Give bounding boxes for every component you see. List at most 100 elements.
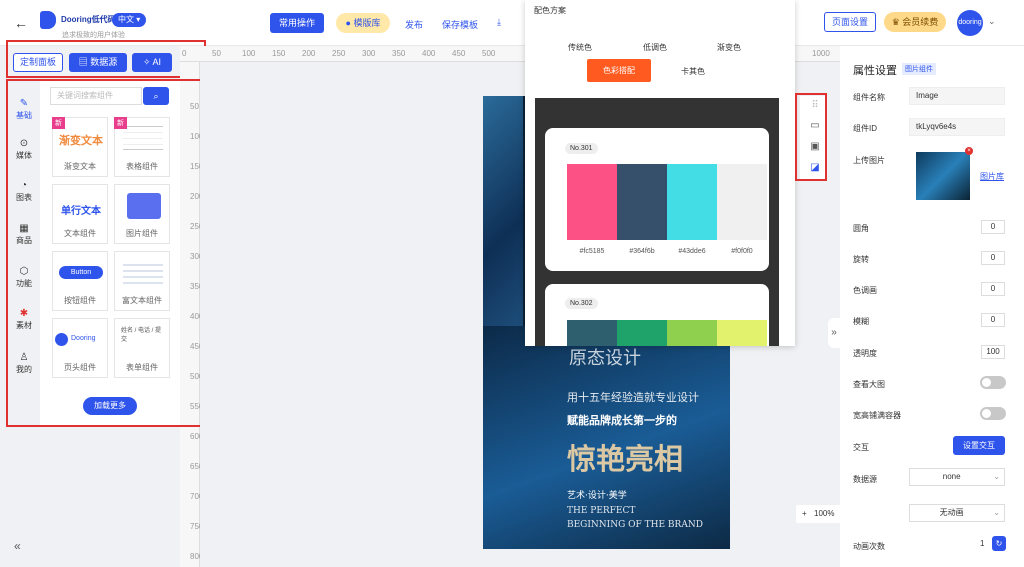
animation-select[interactable]: 无动画 ⌄: [909, 504, 1005, 522]
label-id: 组件ID: [853, 124, 877, 133]
page-settings-button[interactable]: 页面设置: [824, 12, 876, 32]
ruler-tick: 100: [242, 49, 256, 58]
palette-list: No.301 #fc5185 #364f6b #43dde6 #f0f0f0 N…: [535, 98, 779, 346]
color-scheme-panel: 配色方案 传统色 低调色 渐变色 色彩搭配 卡其色 No.301 #fc5185…: [525, 0, 795, 346]
hue-input[interactable]: 0: [981, 282, 1005, 296]
tab-khaki[interactable]: 卡其色: [681, 66, 705, 77]
label-datasource: 数据源: [853, 475, 877, 484]
slogan: 追求极致的用户体验: [62, 32, 125, 39]
palette-number: No.301: [565, 143, 598, 154]
drop-icon: ●: [345, 18, 351, 28]
ruler-tick: 200: [302, 49, 316, 58]
ruler-tick: 300: [362, 49, 376, 58]
ruler-tick: 450: [452, 49, 466, 58]
poster-line2: 赋能品牌成长第一步的: [567, 414, 677, 427]
vip-renew-button[interactable]: ♛ 会员续费: [884, 12, 946, 32]
panel-title: 属性设置: [853, 65, 897, 77]
ruler-tick: 500: [482, 49, 496, 58]
expand-right-icon[interactable]: »: [828, 318, 840, 348]
label-fill: 宽高铺满容器: [853, 411, 901, 420]
palette-card[interactable]: No.302: [545, 284, 769, 346]
swatch-1[interactable]: [567, 320, 617, 346]
poster-headline: 惊艳亮相: [567, 442, 684, 476]
ruler-tick: 400: [422, 49, 436, 58]
hex-4: #f0f0f0: [731, 248, 753, 255]
swatch-3[interactable]: [667, 164, 717, 240]
image-library-link[interactable]: 图片库: [980, 171, 1004, 182]
peacock-feathers: [483, 96, 523, 326]
download-icon[interactable]: ⤓: [497, 17, 501, 28]
label-hue: 色调画: [853, 286, 877, 295]
template-library-button[interactable]: ● 模版库: [336, 13, 390, 33]
label-upload: 上传图片: [853, 156, 885, 165]
collapse-left-icon[interactable]: «: [14, 539, 21, 553]
tab-traditional[interactable]: 传统色: [568, 42, 592, 53]
label-blur: 模糊: [853, 317, 869, 326]
chevron-down-icon: ⌄: [993, 508, 1000, 517]
back-arrow-icon[interactable]: ←: [14, 15, 28, 31]
chevron-down-icon: ⌄: [993, 472, 1000, 481]
datasource-select[interactable]: none ⌄: [909, 468, 1005, 486]
highlight-box-quicktools: [795, 93, 827, 181]
remove-image-icon[interactable]: ×: [965, 147, 973, 155]
swatch-4[interactable]: [717, 164, 767, 240]
ruler-tick: 0: [182, 49, 187, 58]
label-anim-count: 动画次数: [853, 542, 885, 551]
dooring-logo: [40, 11, 56, 29]
palette-number: No.302: [565, 298, 598, 309]
swatch-2[interactable]: [617, 320, 667, 346]
fill-container-toggle[interactable]: [980, 407, 1006, 420]
label-rotate: 旋转: [853, 255, 869, 264]
component-id-input[interactable]: tkLyqv6e4s: [909, 118, 1005, 136]
palette-card[interactable]: No.301 #fc5185 #364f6b #43dde6 #f0f0f0: [545, 128, 769, 271]
label-preview: 查看大图: [853, 380, 885, 389]
hex-3: #43dde6: [678, 248, 706, 255]
label-interact: 交互: [853, 443, 869, 452]
panel-title: 配色方案: [534, 6, 566, 15]
rotate-input[interactable]: 0: [981, 251, 1005, 265]
set-interaction-button[interactable]: 设置交互: [953, 436, 1005, 455]
radius-input[interactable]: 0: [981, 220, 1005, 234]
ruler-tick: 50: [212, 49, 221, 58]
blur-input[interactable]: 0: [981, 313, 1005, 327]
ruler-tick: 350: [392, 49, 406, 58]
label-radius: 圆角: [853, 224, 869, 233]
poster-line1: 用十五年经验造就专业设计: [567, 391, 699, 404]
ruler-tick: 1000: [812, 49, 830, 58]
label-name: 组件名称: [853, 93, 885, 102]
crown-icon: ♛: [891, 17, 900, 27]
label-opacity: 透明度: [853, 349, 877, 358]
common-actions-button[interactable]: 常用操作: [270, 13, 324, 33]
hex-2: #364f6b: [629, 248, 655, 255]
poster-en1: THE PERFECT: [567, 506, 636, 516]
poster-tagline: 艺术·设计·美学: [567, 491, 627, 501]
language-select[interactable]: 中文 ▾: [112, 13, 147, 27]
swatch-2[interactable]: [617, 164, 667, 240]
hex-1: #fc5185: [579, 248, 605, 255]
swatch-4[interactable]: [717, 320, 767, 346]
swatch-1[interactable]: [567, 164, 617, 240]
tab-color-match[interactable]: 色彩搭配: [587, 59, 651, 82]
ruler-tick: 250: [332, 49, 346, 58]
property-panel: 属性设置 图片组件 组件名称 Image 组件ID tkLyqv6e4s 上传图…: [840, 46, 1024, 567]
zoom-out-button[interactable]: +: [802, 505, 807, 523]
component-name-input[interactable]: Image: [909, 87, 1005, 105]
preview-toggle[interactable]: [980, 376, 1006, 389]
opacity-input[interactable]: 100: [981, 345, 1005, 359]
swatch-3[interactable]: [667, 320, 717, 346]
tab-low-key[interactable]: 低调色: [643, 42, 667, 53]
chevron-down-icon[interactable]: ⌄: [988, 16, 996, 27]
poster-partial-title: 原态设计: [569, 348, 641, 369]
loop-icon[interactable]: ↻: [992, 536, 1006, 551]
zoom-level: 100%: [814, 509, 835, 518]
uploaded-image-thumbnail[interactable]: [916, 152, 970, 200]
highlight-box-toolbar: [6, 40, 206, 78]
save-template-link[interactable]: 保存模板: [442, 18, 478, 31]
component-type-tag: 图片组件: [902, 63, 936, 75]
brand-name: Dooring低代码: [61, 15, 116, 24]
tab-gradient[interactable]: 渐变色: [717, 42, 741, 53]
poster-en2: BEGINNING OF THE BRAND: [567, 520, 703, 530]
anim-count-input[interactable]: 1: [980, 537, 990, 551]
user-avatar[interactable]: dooring: [957, 10, 983, 36]
publish-link[interactable]: 发布: [405, 18, 423, 31]
